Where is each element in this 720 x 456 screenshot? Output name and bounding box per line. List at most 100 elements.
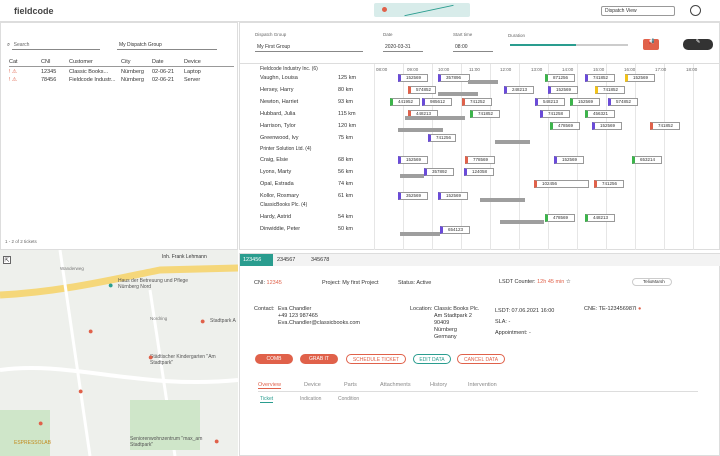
duration-slider[interactable]: [510, 44, 628, 46]
company-header[interactable]: Printer Solution Ltd. (4): [260, 146, 311, 152]
ticket-bar[interactable]: 741852: [470, 110, 500, 118]
cni-field: CNI: 12345: [254, 280, 282, 286]
ticket-bar[interactable]: 574852: [408, 86, 436, 94]
tab-ticket[interactable]: 123456: [240, 254, 273, 266]
company-header[interactable]: Fieldcode Industry Inc. (6): [260, 66, 318, 72]
search-field[interactable]: ⌕ Search: [7, 41, 107, 50]
tech-row[interactable]: Harrison, Tylor 120 km: [260, 123, 365, 129]
priority-icon: ! ⚠: [9, 77, 17, 83]
ticket-bar[interactable]: 152569: [625, 74, 655, 82]
ticket-bar[interactable]: 741256: [428, 134, 456, 142]
user-avatar-icon[interactable]: [690, 5, 701, 16]
tab-ticket[interactable]: 234567: [274, 254, 307, 266]
ticket-bar[interactable]: 102456: [534, 180, 589, 188]
map-expand-icon[interactable]: ⇱: [3, 256, 11, 264]
col-customer[interactable]: Customer: [69, 59, 93, 65]
tab-condition[interactable]: Condition: [338, 396, 359, 402]
tech-row[interactable]: Hubbard, Julia 115 km: [260, 111, 365, 117]
tech-row[interactable]: Opal, Estrada 74 km: [260, 181, 365, 187]
tab-intervention[interactable]: Intervention: [468, 382, 497, 388]
assignee-chip[interactable]: TelioMarsh: [632, 278, 672, 286]
grab-it-button[interactable]: GRAB IT: [300, 354, 338, 364]
col-city[interactable]: City: [121, 59, 130, 65]
ticket-bar[interactable]: 357892: [424, 168, 454, 176]
col-cat[interactable]: Cat: [9, 59, 18, 65]
tech-row[interactable]: Hersey, Harry 80 km: [260, 87, 365, 93]
tab-ticket-sub[interactable]: Ticket: [260, 396, 274, 403]
ticket-bar[interactable]: 352569: [398, 192, 428, 200]
ticket-bar[interactable]: 152569: [570, 98, 600, 106]
edit-data-button[interactable]: EDIT DATA: [413, 354, 451, 364]
map-pin-icon[interactable]: ●: [214, 436, 219, 446]
ticket-bar[interactable]: 152569: [548, 86, 578, 94]
tech-row[interactable]: Hardy, Astrid 54 km: [260, 214, 365, 220]
tab-device[interactable]: Device: [304, 382, 321, 388]
tab-parts[interactable]: Parts: [344, 382, 357, 388]
ticket-bar[interactable]: 152569: [398, 156, 428, 164]
magic-button[interactable]: ✎: [683, 39, 713, 50]
tab-overview[interactable]: Overview: [258, 382, 281, 389]
ticket-bar[interactable]: 741852: [595, 86, 625, 94]
map-pin-icon[interactable]: ●: [200, 316, 205, 326]
ticket-bar[interactable]: 741256: [594, 180, 624, 188]
ticket-bar[interactable]: 985612: [422, 98, 452, 106]
map-pin-icon[interactable]: ●: [38, 418, 43, 428]
group-select[interactable]: My Dispatch Group: [117, 41, 217, 50]
ticket-bar[interactable]: 574852: [608, 98, 638, 106]
ticket-bar[interactable]: 653214: [632, 156, 662, 164]
ticket-bar[interactable]: 248213: [504, 86, 534, 94]
col-cni[interactable]: CNI: [41, 59, 50, 65]
tab-indication[interactable]: Indication: [300, 396, 321, 402]
search-input[interactable]: Search: [11, 41, 100, 50]
tech-row[interactable]: Vaughn, Louisa 125 km: [260, 75, 365, 81]
ticket-bar[interactable]: 448213: [585, 214, 615, 222]
tech-row[interactable]: Craig, Elsie 68 km: [260, 157, 365, 163]
col-device[interactable]: Device: [184, 59, 201, 65]
company-header[interactable]: ClassicBooks Plc. (4): [260, 202, 307, 208]
dispatch-group-select[interactable]: My First Group: [255, 43, 363, 52]
ticket-bar[interactable]: 871256: [545, 74, 575, 82]
alert-button[interactable]: 📢: [643, 39, 659, 50]
comb-button[interactable]: COMB: [255, 354, 293, 364]
ticket-bar[interactable]: 152569: [592, 122, 622, 130]
ticket-bar[interactable]: 741258: [540, 110, 570, 118]
date-input[interactable]: 2020-03-31: [383, 43, 423, 52]
ticket-bar[interactable]: 441952: [390, 98, 420, 106]
start-input[interactable]: 08:00: [453, 43, 493, 52]
tech-row[interactable]: Dinwiddie, Peter 50 km: [260, 226, 365, 232]
ticket-bar[interactable]: 548213: [535, 98, 565, 106]
ticket-bar[interactable]: 654123: [440, 226, 470, 234]
ticket-bar[interactable]: 778569: [465, 156, 495, 164]
contact-block: Eva Chandler +49 123 987465 Eva.Chandler@c…: [278, 306, 361, 326]
ticket-bar[interactable]: 478569: [550, 122, 580, 130]
view-select[interactable]: Dispatch View: [601, 6, 675, 16]
tab-ticket[interactable]: 345678: [308, 254, 341, 266]
ticket-bar[interactable]: 478569: [545, 214, 575, 222]
ticket-bar[interactable]: 357896: [438, 74, 470, 82]
ticket-bar[interactable]: 741852: [650, 122, 680, 130]
map-pin-icon[interactable]: ●: [78, 386, 83, 396]
tech-row[interactable]: Kollor, Rosmary 61 km: [260, 193, 365, 199]
tab-attachments[interactable]: Attachments: [380, 382, 411, 388]
table-row[interactable]: ! ⚠ 78456 Fieldcode Industr... Nürnberg …: [9, 77, 234, 86]
map-pin-icon[interactable]: ●: [88, 326, 93, 336]
ticket-bar[interactable]: 152569: [554, 156, 584, 164]
minimap[interactable]: [374, 3, 470, 17]
cancel-data-button[interactable]: CANCEL DATA: [457, 354, 505, 364]
ticket-bar[interactable]: 124058: [464, 168, 494, 176]
map-pane[interactable]: Inh. Frank Lehmann Wanderweg Haus der Be…: [0, 250, 238, 456]
ticket-bar[interactable]: 741852: [585, 74, 615, 82]
schedule-ticket-button[interactable]: SCHEDULE TICKET: [346, 354, 406, 364]
ticket-bar[interactable]: 152569: [438, 192, 468, 200]
tech-row[interactable]: Lyons, Marty 56 km: [260, 169, 365, 175]
col-date[interactable]: Date: [152, 59, 164, 65]
ticket-bar[interactable]: 456321: [585, 110, 615, 118]
ticket-bar[interactable]: 741252: [462, 98, 492, 106]
travel-bar: [400, 232, 440, 236]
tech-row[interactable]: Greenwood, Ivy 75 km: [260, 135, 365, 141]
map-pin-icon[interactable]: ●: [108, 280, 113, 290]
map-pin-icon[interactable]: ●: [148, 352, 153, 362]
tech-row[interactable]: Newton, Harriet 93 km: [260, 99, 365, 105]
ticket-bar[interactable]: 152569: [398, 74, 428, 82]
tab-history[interactable]: History: [430, 382, 447, 388]
